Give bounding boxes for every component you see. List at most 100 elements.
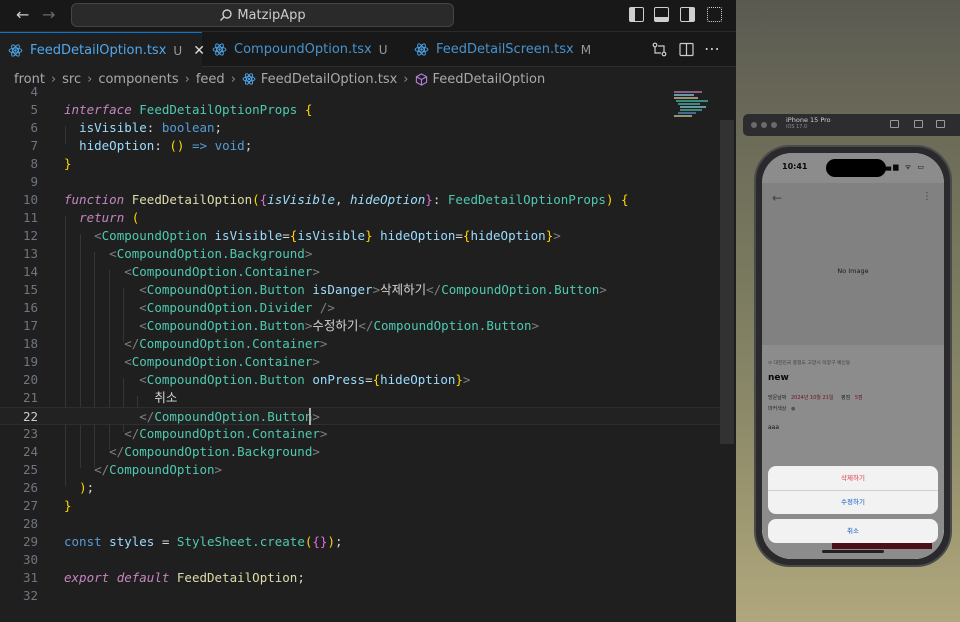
code-text: hideOption: () => void;: [79, 138, 253, 153]
simulator-os-version: iOS 17.0: [786, 124, 808, 130]
line-number: 30: [22, 552, 38, 567]
search-text: MatzipApp: [237, 7, 306, 23]
code-line: 9: [0, 173, 720, 191]
vscode-window: ← → MatzipApp FeedDetailOption.tsx U ✕ C…: [0, 0, 736, 622]
code-line: 16 <CompoundOption.Divider />: [0, 299, 720, 317]
code-text: <CompoundOption.Button isDanger>삭제하기</Co…: [139, 282, 607, 297]
code-line: 15 <CompoundOption.Button isDanger>삭제하기<…: [0, 281, 720, 299]
line-number: 9: [30, 174, 38, 189]
code-line: 28: [0, 515, 720, 533]
code-line: 30: [0, 551, 720, 569]
code-text: </CompoundOption>: [94, 462, 223, 477]
code-editor[interactable]: 4 5 interface FeedDetailOptionProps { 6 i…: [0, 84, 720, 622]
minimap[interactable]: [672, 90, 720, 622]
tab-feed-detail-screen[interactable]: FeedDetailScreen.tsx M: [406, 32, 606, 67]
tab-label: CompoundOption.tsx: [234, 42, 372, 57]
react-file-icon: [8, 44, 23, 57]
code-text: const styles = StyleSheet.create({});: [64, 534, 343, 549]
tab-compound-option[interactable]: CompoundOption.tsx U: [204, 32, 400, 67]
forward-arrow-icon[interactable]: →: [42, 6, 55, 24]
code-text: </CompoundOption.Container>: [124, 336, 328, 351]
editor-tab-bar: FeedDetailOption.tsx U ✕ CompoundOption.…: [0, 32, 736, 68]
toggle-panel-icon[interactable]: [654, 7, 669, 22]
code-line: 7 hideOption: () => void;: [0, 137, 720, 155]
line-number: 16: [22, 300, 38, 315]
tab-status-badge: U: [378, 42, 388, 57]
code-text: <CompoundOption.Divider />: [139, 300, 335, 315]
text-cursor: [309, 408, 311, 425]
toggle-primary-sidebar-icon[interactable]: [629, 7, 644, 22]
editor-scrollbar[interactable]: [720, 90, 734, 622]
line-number: 19: [22, 354, 38, 369]
line-number: 10: [22, 192, 38, 207]
code-text: function FeedDetailOption({isVisible, hi…: [64, 192, 629, 207]
code-text: </CompoundOption.Container>: [124, 426, 328, 441]
react-file-icon: [212, 43, 227, 56]
code-text: );: [79, 480, 95, 495]
compare-changes-icon[interactable]: [652, 42, 667, 57]
cancel-button[interactable]: 취소: [768, 519, 938, 543]
line-number: 7: [30, 138, 38, 153]
code-text: export default FeedDetailOption;: [64, 570, 305, 585]
code-line: 10 function FeedDetailOption({isVisible, …: [0, 191, 720, 209]
code-line: 14 <CompoundOption.Container>: [0, 263, 720, 281]
simulator-device-name: iPhone 15 Pro: [786, 116, 831, 124]
search-icon: [220, 9, 233, 21]
code-line: 25 </CompoundOption>: [0, 461, 720, 479]
line-number: 15: [22, 282, 38, 297]
line-number: 20: [22, 372, 38, 387]
line-number: 23: [22, 426, 38, 441]
more-actions-icon[interactable]: ⋯: [704, 39, 720, 58]
rotate-icon[interactable]: [936, 120, 945, 128]
screenshot-icon[interactable]: [914, 120, 923, 128]
code-line: 20 <CompoundOption.Button onPress={hideO…: [0, 371, 720, 389]
tab-label: FeedDetailOption.tsx: [30, 43, 167, 58]
code-text: }: [64, 498, 72, 513]
line-number: 32: [22, 588, 38, 603]
toggle-secondary-sidebar-icon[interactable]: [680, 7, 695, 22]
customize-layout-icon[interactable]: [707, 7, 722, 22]
split-editor-icon[interactable]: [679, 42, 694, 57]
code-line: 8}: [0, 155, 720, 173]
tab-status-badge: M: [580, 42, 592, 57]
line-number: 11: [22, 210, 38, 225]
code-line: 29 const styles = StyleSheet.create({});: [0, 533, 720, 551]
tab-label: FeedDetailScreen.tsx: [436, 42, 574, 57]
desktop-background: iPhone 15 Pro iOS 17.0 10:41 ▂▄▆ ᯤ ▭ No …: [736, 0, 960, 622]
edit-button[interactable]: 수정하기: [768, 490, 938, 514]
window-close-button[interactable]: [751, 122, 757, 128]
line-number: 12: [22, 228, 38, 243]
line-number: 25: [22, 462, 38, 477]
code-line: 6 isVisible: boolean;: [0, 119, 720, 137]
back-arrow-icon[interactable]: ←: [16, 6, 29, 24]
option-container: 삭제하기 수정하기: [768, 466, 938, 514]
title-bar: ← → MatzipApp: [0, 0, 736, 32]
line-number: 14: [22, 264, 38, 279]
delete-button[interactable]: 삭제하기: [768, 466, 938, 490]
code-line: 4: [0, 83, 720, 101]
code-text: <CompoundOption.Background>: [109, 246, 313, 261]
line-number: 18: [22, 336, 38, 351]
window-zoom-button[interactable]: [771, 122, 777, 128]
code-line: 18 </CompoundOption.Container>: [0, 335, 720, 353]
line-number: 26: [22, 480, 38, 495]
phone-screen[interactable]: 10:41 ▂▄▆ ᯤ ▭ No Image ← ⋮ ⊙ 대한민국 충청도 고양…: [762, 153, 944, 559]
home-indicator: [822, 550, 884, 553]
code-text: <CompoundOption.Container>: [124, 354, 320, 369]
home-button-icon[interactable]: [890, 120, 899, 128]
code-text: 취소: [154, 390, 178, 405]
code-line: 12 <CompoundOption isVisible={isVisible}…: [0, 227, 720, 245]
code-line: 21 취소: [0, 389, 720, 407]
line-number: 6: [30, 120, 38, 135]
react-file-icon: [414, 43, 429, 56]
window-minimize-button[interactable]: [761, 122, 767, 128]
code-line: 17 <CompoundOption.Button>수정하기</Compound…: [0, 317, 720, 335]
code-line: 19 <CompoundOption.Container>: [0, 353, 720, 371]
tab-feed-detail-option[interactable]: FeedDetailOption.tsx U ✕: [0, 32, 205, 68]
command-center-search[interactable]: MatzipApp: [71, 3, 454, 27]
code-line: 5 interface FeedDetailOptionProps {: [0, 101, 720, 119]
scroll-thumb[interactable]: [720, 120, 734, 444]
line-number: 13: [22, 246, 38, 261]
line-number: 24: [22, 444, 38, 459]
code-text: interface FeedDetailOptionProps {: [64, 102, 313, 117]
